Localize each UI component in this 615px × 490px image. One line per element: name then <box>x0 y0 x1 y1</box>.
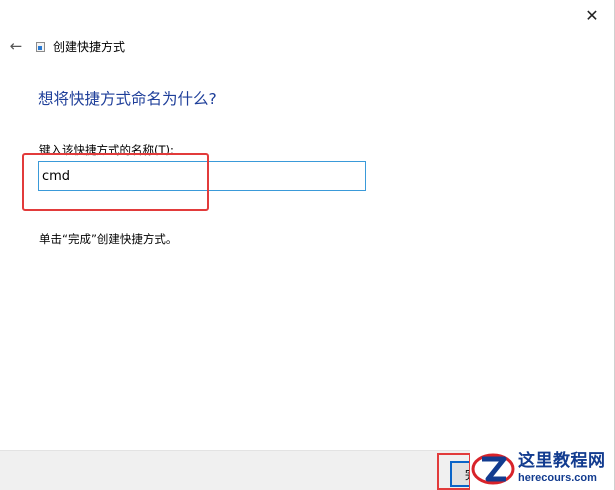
shortcut-name-input[interactable] <box>38 161 366 191</box>
page-heading: 想将快捷方式命名为什么? <box>38 90 217 108</box>
window-title: 创建快捷方式 <box>53 40 126 54</box>
back-button[interactable]: ← <box>6 36 26 56</box>
back-arrow-icon: ← <box>9 37 23 55</box>
watermark-logo-icon <box>470 447 516 490</box>
create-shortcut-window: ✕ ← 创建快捷方式 想将快捷方式命名为什么? 键入该快捷方式的名称(T): 单… <box>0 0 615 490</box>
watermark-text: 这里教程网 herecours.com <box>518 453 606 484</box>
close-button[interactable]: ✕ <box>570 0 614 30</box>
name-field-label: 键入该快捷方式的名称(T): <box>39 143 174 157</box>
watermark-site-name: 这里教程网 <box>518 451 606 471</box>
watermark-url: herecours.com <box>518 472 597 484</box>
close-icon: ✕ <box>585 5 599 25</box>
finish-hint: 单击“完成”创建快捷方式。 <box>39 232 178 246</box>
watermark: 这里教程网 herecours.com <box>470 447 614 490</box>
title-row: 创建快捷方式 <box>36 38 125 55</box>
shortcut-icon <box>36 41 45 52</box>
